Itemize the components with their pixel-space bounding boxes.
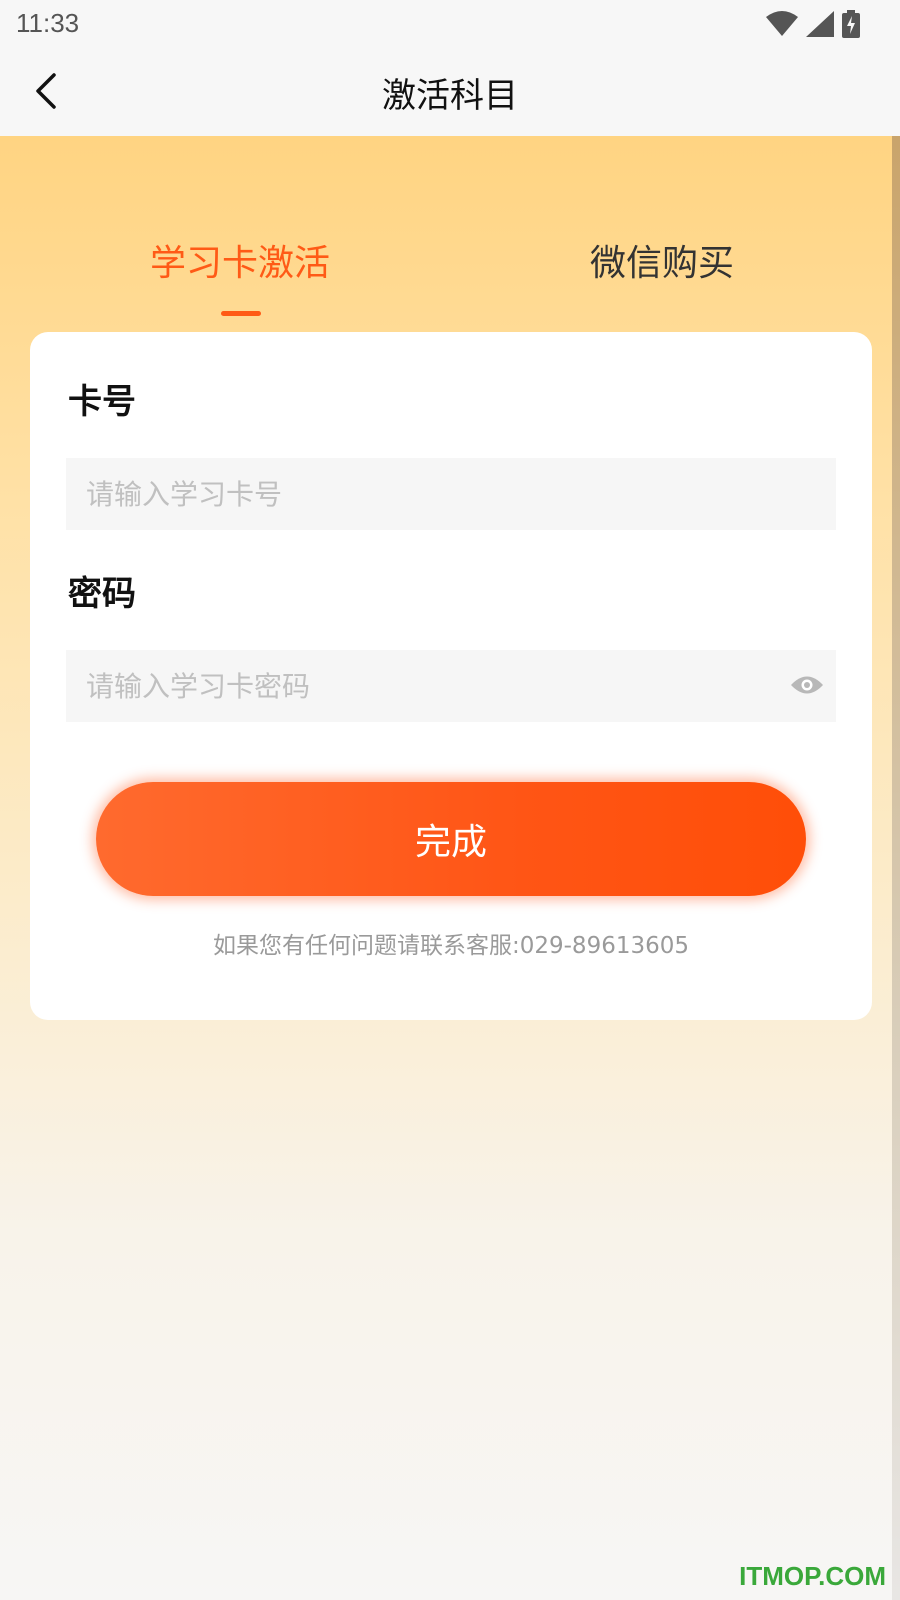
watermark: ITMOP.COM bbox=[739, 1561, 886, 1591]
card-number-label: 卡号 bbox=[68, 382, 136, 422]
wifi-icon bbox=[766, 11, 798, 41]
activation-form-card: 卡号 密码 完成 如果您有任何问题请联系客服:029-89613605 bbox=[30, 332, 872, 1020]
tab-wechat-purchase[interactable]: 微信购买 bbox=[590, 234, 734, 286]
active-tab-indicator bbox=[221, 311, 261, 316]
tab-card-activation[interactable]: 学习卡激活 bbox=[150, 234, 330, 286]
battery-icon bbox=[842, 10, 860, 42]
status-bar: 11:33 bbox=[0, 0, 900, 50]
page-title: 激活科目 bbox=[382, 76, 518, 116]
status-icons bbox=[766, 10, 860, 42]
password-visibility-toggle[interactable] bbox=[790, 670, 824, 704]
password-label: 密码 bbox=[68, 574, 136, 614]
help-text: 如果您有任何问题请联系客服:029-89613605 bbox=[212, 933, 689, 959]
password-input[interactable] bbox=[66, 650, 836, 722]
submit-button[interactable]: 完成 bbox=[96, 782, 806, 896]
tab-bar: 学习卡激活 微信购买 bbox=[0, 234, 892, 324]
right-edge bbox=[892, 136, 900, 1600]
eye-icon bbox=[790, 674, 824, 700]
status-time: 11:33 bbox=[16, 8, 80, 38]
nav-bar: 激活科目 bbox=[0, 50, 900, 136]
card-number-input[interactable] bbox=[66, 458, 836, 530]
signal-icon bbox=[806, 11, 834, 41]
